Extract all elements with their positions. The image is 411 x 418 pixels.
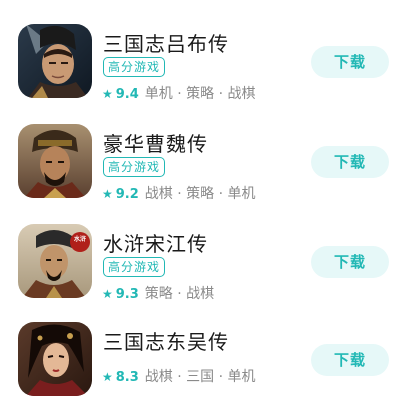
list-item[interactable]: 豪华曹魏传 高分游戏 ★ 9.2 战棋 · 策略 · 单机 下载: [0, 124, 411, 220]
game-title: 水浒宋江传: [103, 232, 208, 256]
wu-heroine-portrait-icon: [18, 322, 92, 396]
star-icon: ★: [102, 87, 113, 101]
star-icon: ★: [102, 287, 113, 301]
download-button[interactable]: 下载: [311, 246, 389, 278]
download-button[interactable]: 下载: [311, 146, 389, 178]
download-button[interactable]: 下载: [311, 344, 389, 376]
list-item[interactable]: 三国志东吴传 ★ 8.3 战棋 · 三国 · 单机 下载: [0, 322, 411, 418]
game-icon-cao-cao[interactable]: [18, 124, 92, 198]
game-title: 三国志东吴传: [103, 330, 229, 354]
game-categories: 单机 · 策略 · 战棋: [144, 86, 256, 102]
rating-score: 8.3: [115, 370, 139, 385]
high-score-badge: 高分游戏: [103, 157, 166, 177]
star-icon: ★: [102, 370, 113, 384]
seal-text: 水浒: [73, 236, 86, 243]
list-item[interactable]: 水浒 水浒宋江传 高分游戏 ★ 9.3 策略 · 战棋 下载: [0, 224, 411, 320]
game-list: 三国志吕布传 高分游戏 ★ 9.4 单机 · 策略 · 战棋 下载 豪华曹魏传 …: [0, 0, 411, 409]
game-icon-lu-bu[interactable]: [18, 24, 92, 98]
game-meta: ★ 9.2 战棋 · 策略 · 单机: [102, 183, 256, 203]
game-categories: 战棋 · 三国 · 单机: [144, 369, 256, 385]
list-item[interactable]: 三国志吕布传 高分游戏 ★ 9.4 单机 · 策略 · 战棋 下载: [0, 24, 411, 120]
rating-score: 9.2: [115, 187, 139, 202]
cao-cao-portrait-icon: [18, 124, 92, 198]
rating-score: 9.4: [115, 87, 139, 102]
game-title: 豪华曹魏传: [103, 132, 208, 156]
game-categories: 策略 · 战棋: [144, 286, 215, 302]
game-categories: 战棋 · 策略 · 单机: [144, 186, 256, 202]
game-icon-wu-heroine[interactable]: [18, 322, 92, 396]
game-icon-song-jiang[interactable]: 水浒: [18, 224, 92, 298]
star-icon: ★: [102, 187, 113, 201]
high-score-badge: 高分游戏: [103, 257, 166, 277]
game-meta: ★ 9.4 单机 · 策略 · 战棋: [102, 83, 256, 103]
lu-bu-portrait-icon: [18, 24, 92, 98]
rating-score: 9.3: [115, 287, 139, 302]
high-score-badge: 高分游戏: [103, 57, 166, 77]
game-meta: ★ 8.3 战棋 · 三国 · 单机: [102, 366, 256, 386]
game-title: 三国志吕布传: [103, 32, 229, 56]
game-meta: ★ 9.3 策略 · 战棋: [102, 283, 214, 303]
download-button[interactable]: 下载: [311, 46, 389, 78]
